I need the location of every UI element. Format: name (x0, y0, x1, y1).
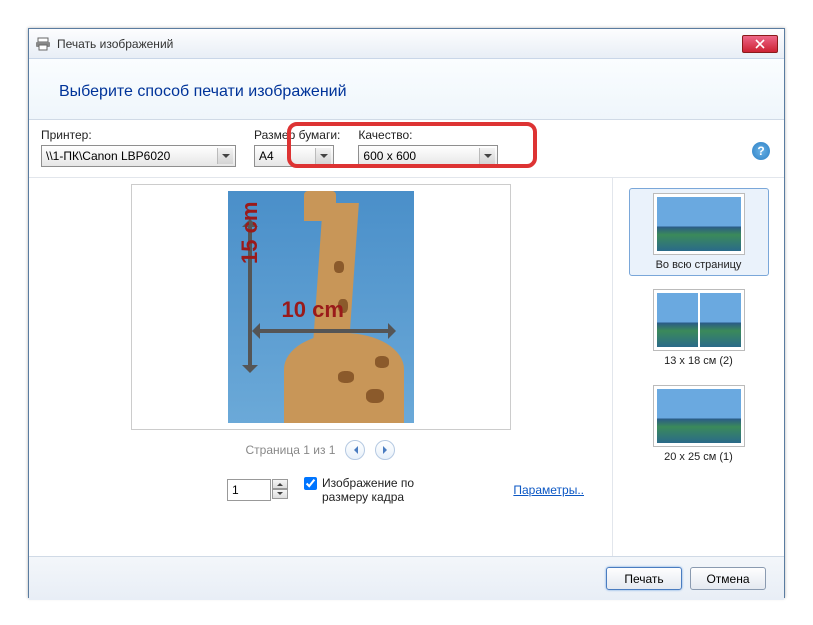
copies-up[interactable] (272, 479, 288, 489)
header: Выберите способ печати изображений (29, 59, 784, 120)
layout-label: Во всю страницу (656, 259, 742, 271)
options-bar: Принтер: \\1-ПК\Canon LBP6020 Размер бум… (29, 120, 784, 178)
layout-full-page[interactable]: Во всю страницу (629, 188, 769, 276)
preview-pane: 15 cm 10 cm Страница 1 из 1 (29, 178, 612, 556)
printer-value: \\1-ПК\Canon LBP6020 (46, 149, 170, 163)
quality-value: 600 x 600 (363, 149, 416, 163)
parameters-link[interactable]: Параметры.. (513, 483, 584, 497)
dim-vertical: 15 cm (237, 202, 263, 264)
header-title: Выберите способ печати изображений (59, 83, 754, 101)
print-button[interactable]: Печать (606, 567, 682, 590)
layout-label: 20 x 25 см (1) (664, 451, 733, 463)
copies-down[interactable] (272, 489, 288, 499)
chevron-down-icon (315, 148, 331, 164)
copies-spinner[interactable] (227, 479, 288, 501)
chevron-down-icon (479, 148, 495, 164)
close-button[interactable] (742, 35, 778, 53)
preview-image: 15 cm 10 cm (228, 191, 414, 423)
layouts-pane: Во всю страницу 13 x 18 см (2) 20 x 25 с… (612, 178, 784, 556)
prev-page-button[interactable] (345, 440, 365, 460)
paper-label: Размер бумаги: (254, 128, 340, 142)
layout-label: 13 x 18 см (2) (664, 355, 733, 367)
page-indicator: Страница 1 из 1 (246, 443, 336, 457)
fit-frame-label: Изображение по размеру кадра (322, 476, 432, 505)
next-page-button[interactable] (375, 440, 395, 460)
quality-select[interactable]: 600 x 600 (358, 145, 498, 167)
chevron-down-icon (217, 148, 233, 164)
printer-label: Принтер: (41, 128, 236, 142)
fit-frame-checkbox[interactable] (304, 477, 317, 490)
cancel-button[interactable]: Отмена (690, 567, 766, 590)
footer: Печать Отмена (29, 556, 784, 600)
layout-13x18[interactable]: 13 x 18 см (2) (629, 284, 769, 372)
print-dialog: Печать изображений Выберите способ печат… (28, 28, 785, 598)
layout-20x25[interactable]: 20 x 25 см (1) (629, 380, 769, 468)
quality-label: Качество: (358, 128, 498, 142)
preview-frame: 15 cm 10 cm (131, 184, 511, 430)
window-title: Печать изображений (57, 37, 173, 51)
help-icon[interactable]: ? (752, 142, 770, 160)
printer-icon (35, 36, 51, 52)
paper-value: A4 (259, 149, 274, 163)
dim-horizontal: 10 cm (282, 297, 344, 323)
copies-input[interactable] (227, 479, 271, 501)
titlebar: Печать изображений (29, 29, 784, 59)
paper-size-select[interactable]: A4 (254, 145, 334, 167)
content: 15 cm 10 cm Страница 1 из 1 (29, 178, 784, 556)
printer-select[interactable]: \\1-ПК\Canon LBP6020 (41, 145, 236, 167)
